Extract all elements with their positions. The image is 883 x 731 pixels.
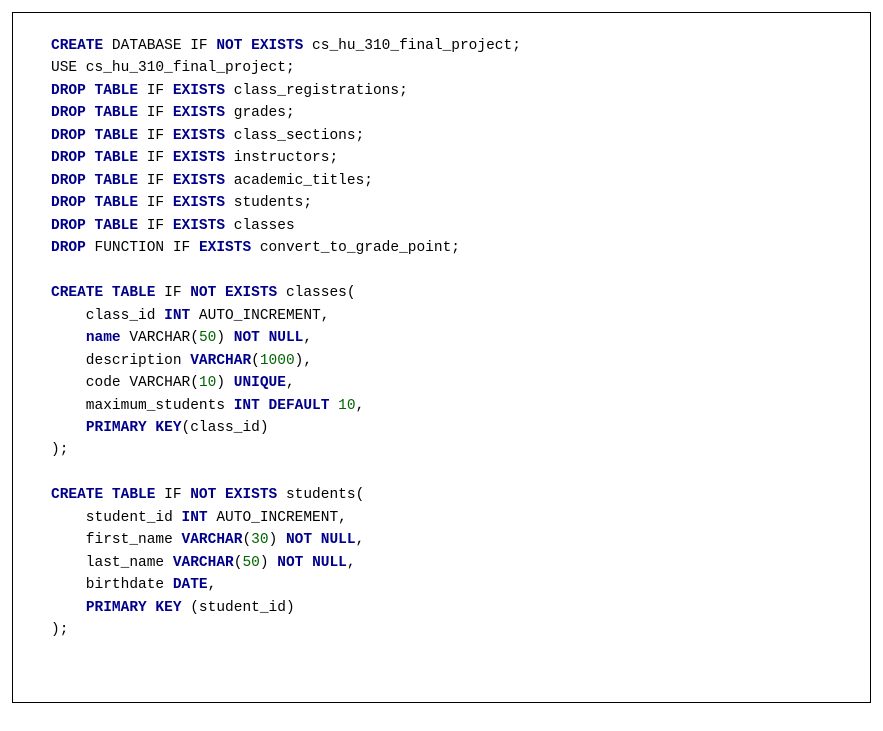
code-token: ,: [303, 330, 312, 346]
code-token: 30: [251, 532, 268, 548]
code-token: students;: [225, 195, 312, 211]
code-token: DROP TABLE: [51, 150, 138, 166]
code-token: INT: [182, 510, 208, 526]
code-token: IF: [138, 128, 173, 144]
code-token: (: [242, 532, 251, 548]
code-token: IF: [138, 218, 173, 234]
code-token: [51, 420, 86, 436]
code-token: class_id: [51, 308, 164, 324]
code-token: EXISTS: [173, 105, 225, 121]
code-token: PRIMARY KEY: [86, 420, 182, 436]
code-token: DROP TABLE: [51, 173, 138, 189]
code-token: classes: [225, 218, 295, 234]
code-token: class_registrations;: [225, 83, 408, 99]
code-token: birthdate: [51, 577, 173, 593]
code-token: NOT EXISTS: [216, 38, 303, 54]
code-token: EXISTS: [173, 150, 225, 166]
code-token: name: [86, 330, 121, 346]
code-token: code VARCHAR(: [51, 375, 199, 391]
code-token: CREATE TABLE: [51, 487, 155, 503]
code-token: ): [216, 375, 233, 391]
code-token: 50: [199, 330, 216, 346]
code-token: DROP TABLE: [51, 218, 138, 234]
code-token: instructors;: [225, 150, 338, 166]
code-block: CREATE DATABASE IF NOT EXISTS cs_hu_310_…: [12, 12, 871, 703]
code-token: DROP TABLE: [51, 195, 138, 211]
code-token: IF: [138, 105, 173, 121]
code-token: last_name: [51, 555, 173, 571]
code-token: PRIMARY KEY: [86, 600, 182, 616]
code-token: 10: [199, 375, 216, 391]
code-token: ,: [347, 555, 356, 571]
code-token: DROP TABLE: [51, 128, 138, 144]
code-token: AUTO_INCREMENT,: [190, 308, 329, 324]
code-token: 1000: [260, 353, 295, 369]
code-token: students(: [277, 487, 364, 503]
code-token: grades;: [225, 105, 295, 121]
code-token: EXISTS: [199, 240, 251, 256]
code-token: EXISTS: [173, 83, 225, 99]
code-token: );: [51, 442, 68, 458]
code-token: ,: [208, 577, 217, 593]
code-token: ,: [286, 375, 295, 391]
code-token: [329, 398, 338, 414]
code-token: USE cs_hu_310_final_project;: [51, 60, 295, 76]
code-token: convert_to_grade_point;: [251, 240, 460, 256]
code-token: EXISTS: [173, 173, 225, 189]
code-token: ): [216, 330, 233, 346]
code-token: description: [51, 353, 190, 369]
code-token: VARCHAR(: [121, 330, 199, 346]
code-token: student_id: [51, 510, 182, 526]
code-token: NOT EXISTS: [190, 487, 277, 503]
code-token: AUTO_INCREMENT,: [208, 510, 347, 526]
code-token: );: [51, 622, 68, 638]
code-token: INT DEFAULT: [234, 398, 330, 414]
code-token: NOT EXISTS: [190, 285, 277, 301]
code-token: (student_id): [182, 600, 295, 616]
code-token: DATE: [173, 577, 208, 593]
code-token: class_sections;: [225, 128, 364, 144]
code-token: NOT NULL: [277, 555, 347, 571]
code-token: DROP: [51, 240, 86, 256]
code-token: EXISTS: [173, 218, 225, 234]
code-token: [51, 600, 86, 616]
code-token: classes(: [277, 285, 355, 301]
code-token: NOT NULL: [286, 532, 356, 548]
code-token: IF: [138, 173, 173, 189]
code-token: UNIQUE: [234, 375, 286, 391]
code-token: EXISTS: [173, 195, 225, 211]
code-token: DROP TABLE: [51, 83, 138, 99]
code-token: academic_titles;: [225, 173, 373, 189]
code-token: 50: [242, 555, 259, 571]
code-token: cs_hu_310_final_project;: [303, 38, 521, 54]
code-token: NOT NULL: [234, 330, 304, 346]
code-token: ): [269, 532, 286, 548]
code-token: VARCHAR: [182, 532, 243, 548]
code-token: IF: [155, 285, 190, 301]
code-token: CREATE: [51, 38, 103, 54]
code-token: IF: [138, 150, 173, 166]
code-token: ),: [295, 353, 312, 369]
code-token: maximum_students: [51, 398, 234, 414]
code-token: VARCHAR: [190, 353, 251, 369]
code-token: IF: [138, 195, 173, 211]
code-token: (: [251, 353, 260, 369]
code-token: EXISTS: [173, 128, 225, 144]
code-token: ,: [356, 532, 365, 548]
code-token: ): [260, 555, 277, 571]
code-token: INT: [164, 308, 190, 324]
code-token: first_name: [51, 532, 182, 548]
code-token: DATABASE IF: [103, 38, 216, 54]
code-token: [51, 330, 86, 346]
code-token: DROP TABLE: [51, 105, 138, 121]
code-token: CREATE TABLE: [51, 285, 155, 301]
code-token: IF: [155, 487, 190, 503]
code-token: 10: [338, 398, 355, 414]
code-token: (class_id): [182, 420, 269, 436]
code-token: VARCHAR: [173, 555, 234, 571]
code-token: FUNCTION IF: [86, 240, 199, 256]
code-token: IF: [138, 83, 173, 99]
code-token: ,: [356, 398, 365, 414]
